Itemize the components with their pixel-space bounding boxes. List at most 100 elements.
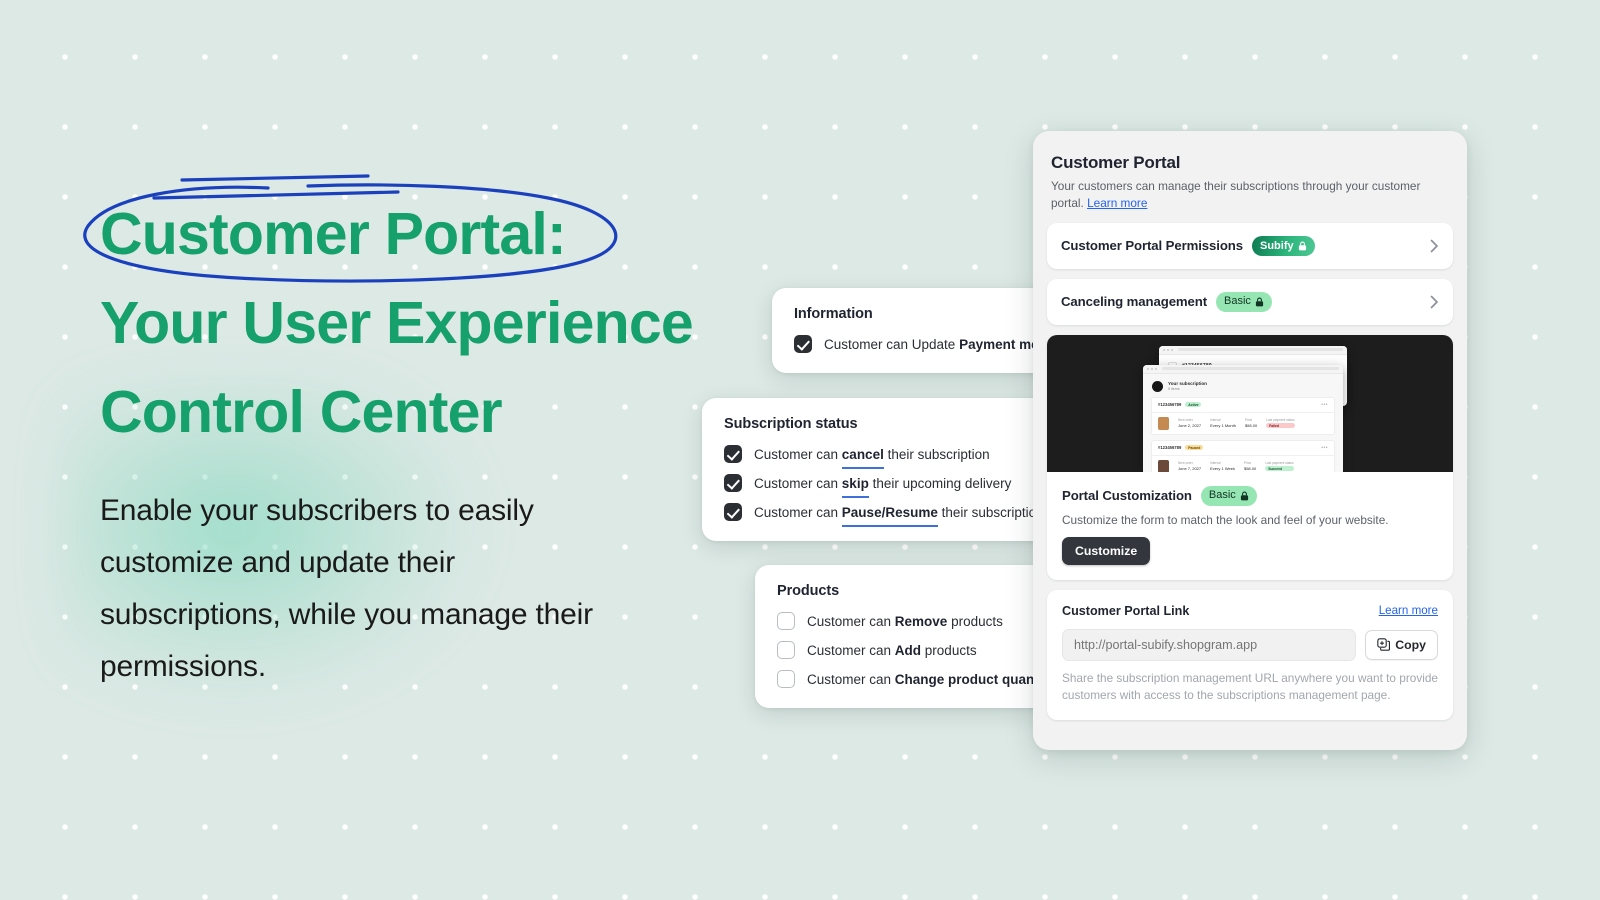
chevron-right-icon[interactable] [1430,239,1439,253]
link-learn-more[interactable]: Learn more [1379,604,1438,617]
badge-basic: Basic [1200,485,1257,506]
payment-status-badge: Failed [1266,423,1295,429]
customization-title: Portal Customization [1062,488,1192,504]
checkbox-payment-method[interactable] [794,335,812,353]
link-note: Share the subscription management URL an… [1062,670,1438,702]
permission-row[interactable]: Customer can skip their upcoming deliver… [724,474,1060,498]
headline-line-3: Control Center [100,379,503,445]
checkbox-remove-products[interactable] [777,612,795,630]
preview-front-window: Your subscription 5 items #123456789 Act… [1143,364,1343,472]
permission-label: Customer can Change product quantity [807,671,1055,687]
preview-subheading: 5 items [1168,387,1180,392]
checkbox-skip[interactable] [724,474,742,492]
portal-row-permissions[interactable]: Customer Portal Permissions Subify [1047,223,1453,269]
preview-subscription-id: #123456789 [1158,445,1182,451]
permission-row[interactable]: Customer can cancel their subscription [724,445,1060,469]
subscription-status-card: Subscription status Customer can cancel … [702,398,1084,541]
detail-key: Interval [1210,460,1221,465]
portal-row-canceling-management[interactable]: Canceling management Basic [1047,278,1453,325]
permission-row[interactable]: Customer can Update Payment method [794,335,1068,353]
preview-browser-bar [1159,345,1347,355]
product-thumbnail [1158,416,1169,430]
preview-subscription-details: Next order June 2, 2027 Interval Every 1… [1152,413,1334,434]
detail-value: June 7, 2027 [1178,466,1202,472]
preview-subscription-header: #123456789 Active ••• [1152,398,1334,413]
badge-label: Subify [1259,239,1294,252]
customer-portal-panel: Customer Portal Your customers can manag… [1033,131,1467,750]
row-label: Canceling management [1061,294,1208,310]
page-title: Customer Portal: Your User Experience Co… [100,190,760,457]
browser-url-bar [1162,367,1339,371]
preview-subscription-details: Next order June 7, 2027 Interval Every 1… [1152,456,1334,472]
checkbox-cancel[interactable] [724,445,742,463]
badge-basic: Basic [1216,291,1272,312]
checkbox-add-products[interactable] [777,641,795,659]
permission-row[interactable]: Customer can Change product quantity [777,670,1055,688]
subscription-status-card-title: Subscription status [724,416,858,432]
portal-url-input[interactable] [1062,628,1357,661]
preview-subscription-header: #123456789 Paused ••• [1152,441,1334,456]
detail-key: Price [1243,460,1252,465]
link-section-title: Customer Portal Link [1062,603,1190,618]
badge-label: Basic [1208,489,1236,502]
lock-icon [1298,241,1306,251]
permission-row[interactable]: Customer can Add products [777,641,1048,659]
browser-url-bar [1178,348,1343,352]
learn-more-link[interactable]: Learn more [1087,196,1147,210]
browser-dot [1171,348,1173,351]
checkbox-pause-resume[interactable] [724,503,742,521]
chevron-right-icon[interactable] [1430,295,1439,309]
detail-key: Last payment status [1266,417,1295,422]
permission-label: Customer can cancel their subscription [754,446,990,469]
browser-dot [1155,367,1157,370]
row-label: Customer Portal Permissions [1061,238,1243,254]
headline-line-1: Customer Portal: [100,201,567,267]
copy-button-label: Copy [1395,637,1426,652]
payment-status-badge: Succeed [1265,466,1294,472]
customize-button[interactable]: Customize [1062,536,1151,565]
detail-key: Price [1244,417,1253,422]
hero-text-block: Customer Portal: Your User Experience Co… [83,174,760,457]
more-options-icon: ••• [1321,444,1328,451]
lock-icon [1255,297,1264,307]
permission-label: Customer can Remove products [807,613,1003,629]
customer-portal-link-card: Customer Portal Link Learn more Copy Sha… [1047,589,1453,720]
status-badge: Paused [1185,445,1204,451]
permission-row[interactable]: Customer can Pause/Resume their subscrip… [724,503,1084,527]
detail-value: $58.00 [1243,466,1257,472]
preview-heading-row: Your subscription 5 items [1143,374,1343,397]
information-card-title: Information [794,306,873,322]
products-card-title: Products [777,583,840,599]
poster-canvas: Customer Portal: Your User Experience Co… [0,0,1600,900]
preview-browser-bar [1143,364,1343,374]
detail-value: $98.00 [1244,423,1258,429]
permission-row[interactable]: Customer can Remove products [777,612,1048,630]
customization-title-row: Portal Customization Basic [1062,485,1438,506]
portal-preview-image: #123456789 Your subscription 5 [1047,334,1453,472]
checkbox-change-quantity[interactable] [777,670,795,688]
preview-subscription-row: #123456789 Paused ••• Next order June 7,… [1151,439,1335,472]
customization-body: Portal Customization Basic Customize the… [1047,472,1453,580]
detail-key: Interval [1210,417,1221,422]
permission-label: Customer can skip their upcoming deliver… [754,475,1012,498]
avatar [1152,380,1163,392]
browser-dot [1163,348,1165,351]
detail-value: Every 1 Month [1210,423,1236,429]
preview-subscription-row: #123456789 Active ••• Next order June 2,… [1151,396,1335,435]
detail-key: Next order [1178,460,1193,465]
portal-subtitle: Your customers can manage their subscrip… [1051,178,1449,211]
badge-subify: Subify [1251,236,1315,256]
browser-dot [1167,348,1169,351]
permission-label: Customer can Add products [807,642,977,658]
lock-icon [1240,491,1248,501]
badge-label: Basic [1224,295,1251,308]
customization-description: Customize the form to match the look and… [1062,512,1389,527]
more-options-icon: ••• [1321,401,1328,408]
product-thumbnail [1158,459,1169,472]
copy-button[interactable]: Copy [1365,629,1438,660]
hero-body-text: Enable your subscribers to easily custom… [100,494,593,683]
detail-value: June 2, 2027 [1178,423,1202,429]
portal-header: Customer Portal Your customers can manag… [1047,147,1453,223]
browser-dot [1151,367,1153,370]
copy-icon [1377,638,1391,651]
